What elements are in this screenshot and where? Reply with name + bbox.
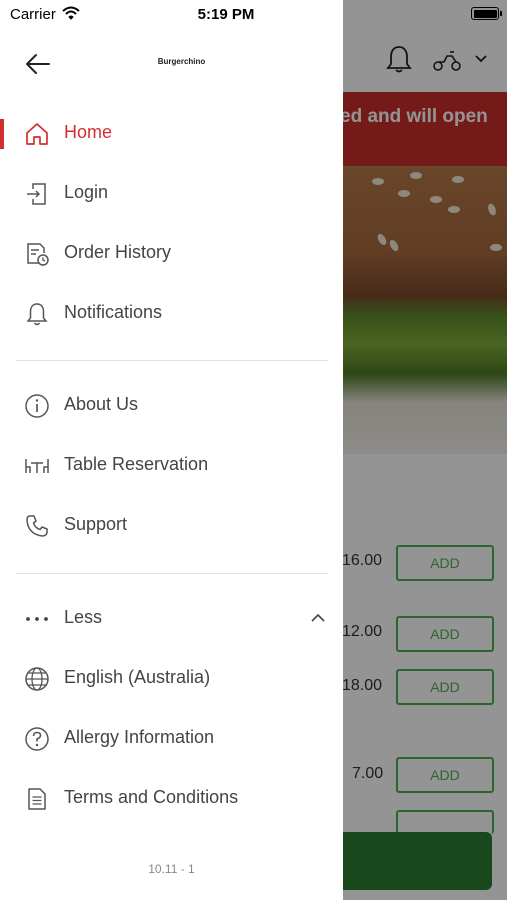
menu-label: About Us <box>64 394 139 414</box>
brand-title: Burgerchino <box>157 57 206 66</box>
home-icon <box>26 123 48 145</box>
more-dots-icon <box>26 617 48 621</box>
phone-icon <box>26 515 48 537</box>
menu-item-notifications[interactable]: Notifications <box>0 287 343 343</box>
active-indicator <box>0 119 4 149</box>
menu-label: Home <box>64 122 113 142</box>
menu-label: Less <box>64 607 103 627</box>
menu-label: English (Australia) <box>64 667 211 687</box>
menu-label: Table Reservation <box>64 454 209 474</box>
navigation-drawer: Burgerchino Home Login Order History Not… <box>0 0 343 900</box>
menu-label: Order History <box>64 242 172 262</box>
document-icon <box>28 788 46 810</box>
menu-item-allergy-information[interactable]: Allergy Information <box>0 712 343 768</box>
menu-label: Notifications <box>64 302 163 322</box>
menu-label: Support <box>64 514 128 534</box>
menu-item-terms-and-conditions[interactable]: Terms and Conditions <box>0 772 343 828</box>
chevron-up-icon <box>311 613 325 622</box>
menu-label: Allergy Information <box>64 727 215 747</box>
menu-label: Terms and Conditions <box>64 787 239 807</box>
menu-item-login[interactable]: Login <box>0 167 343 223</box>
menu-item-language[interactable]: English (Australia) <box>0 652 343 708</box>
status-time: 5:19 PM <box>197 6 255 23</box>
login-icon <box>27 183 46 205</box>
app-version: 10.11 - 1 <box>148 862 195 876</box>
battery-icon <box>471 7 502 20</box>
menu-item-table-reservation[interactable]: Table Reservation <box>0 439 343 495</box>
menu-toggle-less[interactable]: Less <box>0 592 343 648</box>
order-history-icon <box>27 243 49 266</box>
menu-label: Login <box>64 182 109 202</box>
menu-item-home[interactable]: Home <box>0 107 343 163</box>
info-icon <box>25 394 49 418</box>
bell-icon <box>26 303 48 326</box>
menu-item-order-history[interactable]: Order History <box>0 227 343 283</box>
table-icon <box>25 459 49 473</box>
status-bar: Carrier 5:19 PM <box>0 0 507 30</box>
menu-item-support[interactable]: Support <box>0 499 343 555</box>
globe-icon <box>25 667 49 691</box>
menu-divider <box>16 573 328 574</box>
help-icon <box>25 727 49 751</box>
menu-item-about-us[interactable]: About Us <box>0 379 343 435</box>
menu-divider <box>16 360 328 361</box>
